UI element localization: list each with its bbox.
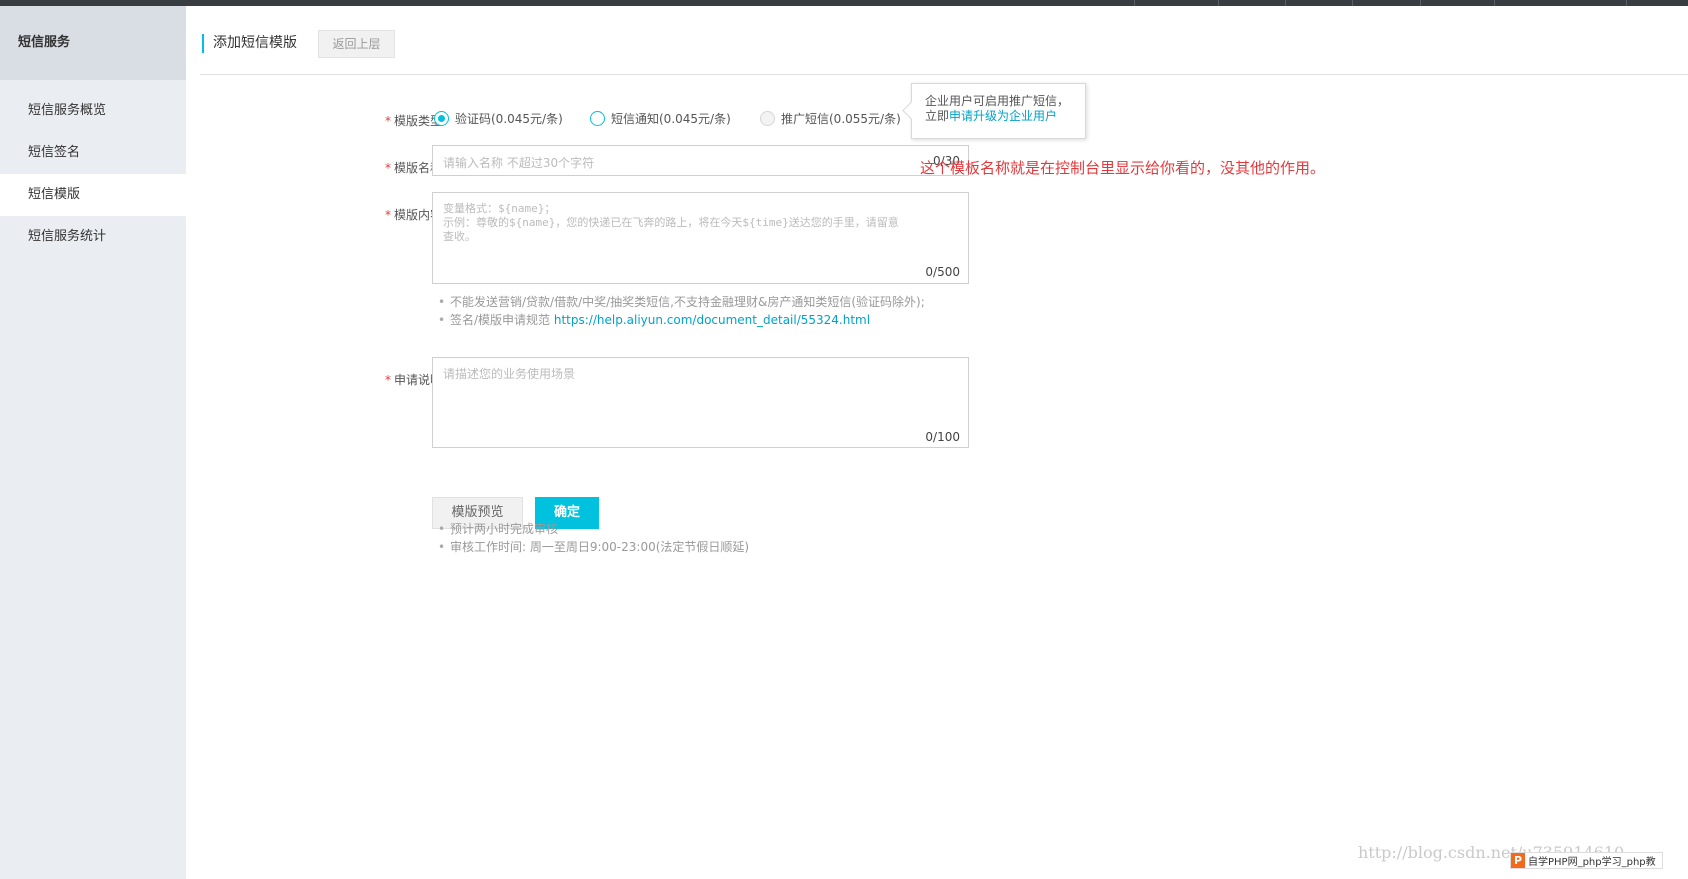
php-logo-icon: P — [1511, 853, 1525, 868]
content-placeholder-line2: 示例：尊敬的${name}，您的快递已在飞奔的路上，将在今天${time}送达您… — [443, 216, 899, 229]
radio-checked-icon — [434, 111, 449, 126]
required-marker: * — [384, 208, 391, 222]
sidebar-item-statistics[interactable]: 短信服务统计 — [0, 216, 186, 258]
spec-link[interactable]: https://help.aliyun.com/document_detail/… — [554, 313, 870, 327]
review-tips: 预计两小时完成审核 审核工作时间: 周一至周日9:00-23:00(法定节假日顺… — [438, 520, 749, 556]
sidebar-item-overview[interactable]: 短信服务概览 — [0, 90, 186, 132]
template-name-input[interactable]: 请输入名称 不超过30个字符 0/30 — [432, 145, 969, 176]
sidebar-item-template[interactable]: 短信模版 — [0, 174, 186, 216]
tip-item: 不能发送营销/贷款/借款/中奖/抽奖类短信,不支持金融理财&房产通知类短信(验证… — [438, 293, 925, 311]
tooltip-prefix: 立即 — [925, 109, 950, 123]
tip-item: 预计两小时完成审核 — [438, 520, 749, 538]
radio-promotion: 推广短信(0.055元/条) — [760, 110, 901, 127]
radio-verification-code[interactable]: 验证码(0.045元/条) — [434, 110, 563, 127]
annotation-note: 这个模板名称就是在控制台里显示给你看的，没其他的作用。 — [920, 159, 1326, 177]
tooltip-text: 企业用户可启用推广短信， — [925, 94, 1070, 108]
required-marker: * — [384, 373, 391, 387]
page-header: 添加短信模版 返回上层 — [200, 23, 1688, 75]
tip-item: 签名/模版申请规范 https://help.aliyun.com/docume… — [438, 311, 925, 329]
radio-label: 短信通知(0.045元/条) — [611, 112, 731, 126]
radio-label: 验证码(0.045元/条) — [455, 112, 563, 126]
page-title: 添加短信模版 — [202, 34, 297, 53]
template-type-label: * 模版类型: — [384, 114, 446, 128]
upgrade-tooltip: 企业用户可启用推广短信， 立即申请升级为企业用户 — [911, 83, 1086, 139]
content-placeholder-line3: 查收。 — [443, 230, 476, 243]
content-placeholder-line1: 变量格式：${name}； — [443, 202, 556, 215]
back-button[interactable]: 返回上层 — [318, 30, 395, 58]
radio-disabled-icon — [760, 111, 775, 126]
template-content-textarea[interactable]: 变量格式：${name}； 示例：尊敬的${name}，您的快递已在飞奔的路上，… — [432, 192, 969, 284]
radio-label: 推广短信(0.055元/条) — [781, 112, 901, 126]
template-content-counter: 0/500 — [925, 265, 960, 279]
sidebar-title: 短信服务 — [0, 6, 186, 80]
description-placeholder: 请描述您的业务使用场景 — [443, 367, 576, 381]
radio-unchecked-icon — [590, 111, 605, 126]
watermark-badge: P 自学PHP网_php学习_php教 — [1510, 852, 1663, 869]
required-marker: * — [384, 161, 391, 175]
description-counter: 0/100 — [925, 430, 960, 444]
required-marker: * — [384, 114, 391, 128]
upgrade-enterprise-link[interactable]: 申请升级为企业用户 — [949, 109, 1057, 123]
content-tips: 不能发送营销/贷款/借款/中奖/抽奖类短信,不支持金融理财&房产通知类短信(验证… — [438, 293, 925, 329]
template-name-placeholder: 请输入名称 不超过30个字符 — [443, 156, 595, 170]
description-textarea[interactable]: 请描述您的业务使用场景 0/100 — [432, 357, 969, 448]
radio-notification[interactable]: 短信通知(0.045元/条) — [590, 110, 731, 127]
watermark-badge-text: 自学PHP网_php学习_php教 — [1528, 857, 1656, 868]
tip-item: 审核工作时间: 周一至周日9:00-23:00(法定节假日顺延) — [438, 538, 749, 556]
sidebar: 短信服务 短信服务概览 短信签名 短信模版 短信服务统计 — [0, 6, 186, 879]
sidebar-item-signature[interactable]: 短信签名 — [0, 132, 186, 174]
main-content: 添加短信模版 返回上层 * 模版类型: 验证码(0.045元/条) 短信通知(0.… — [186, 6, 1688, 879]
